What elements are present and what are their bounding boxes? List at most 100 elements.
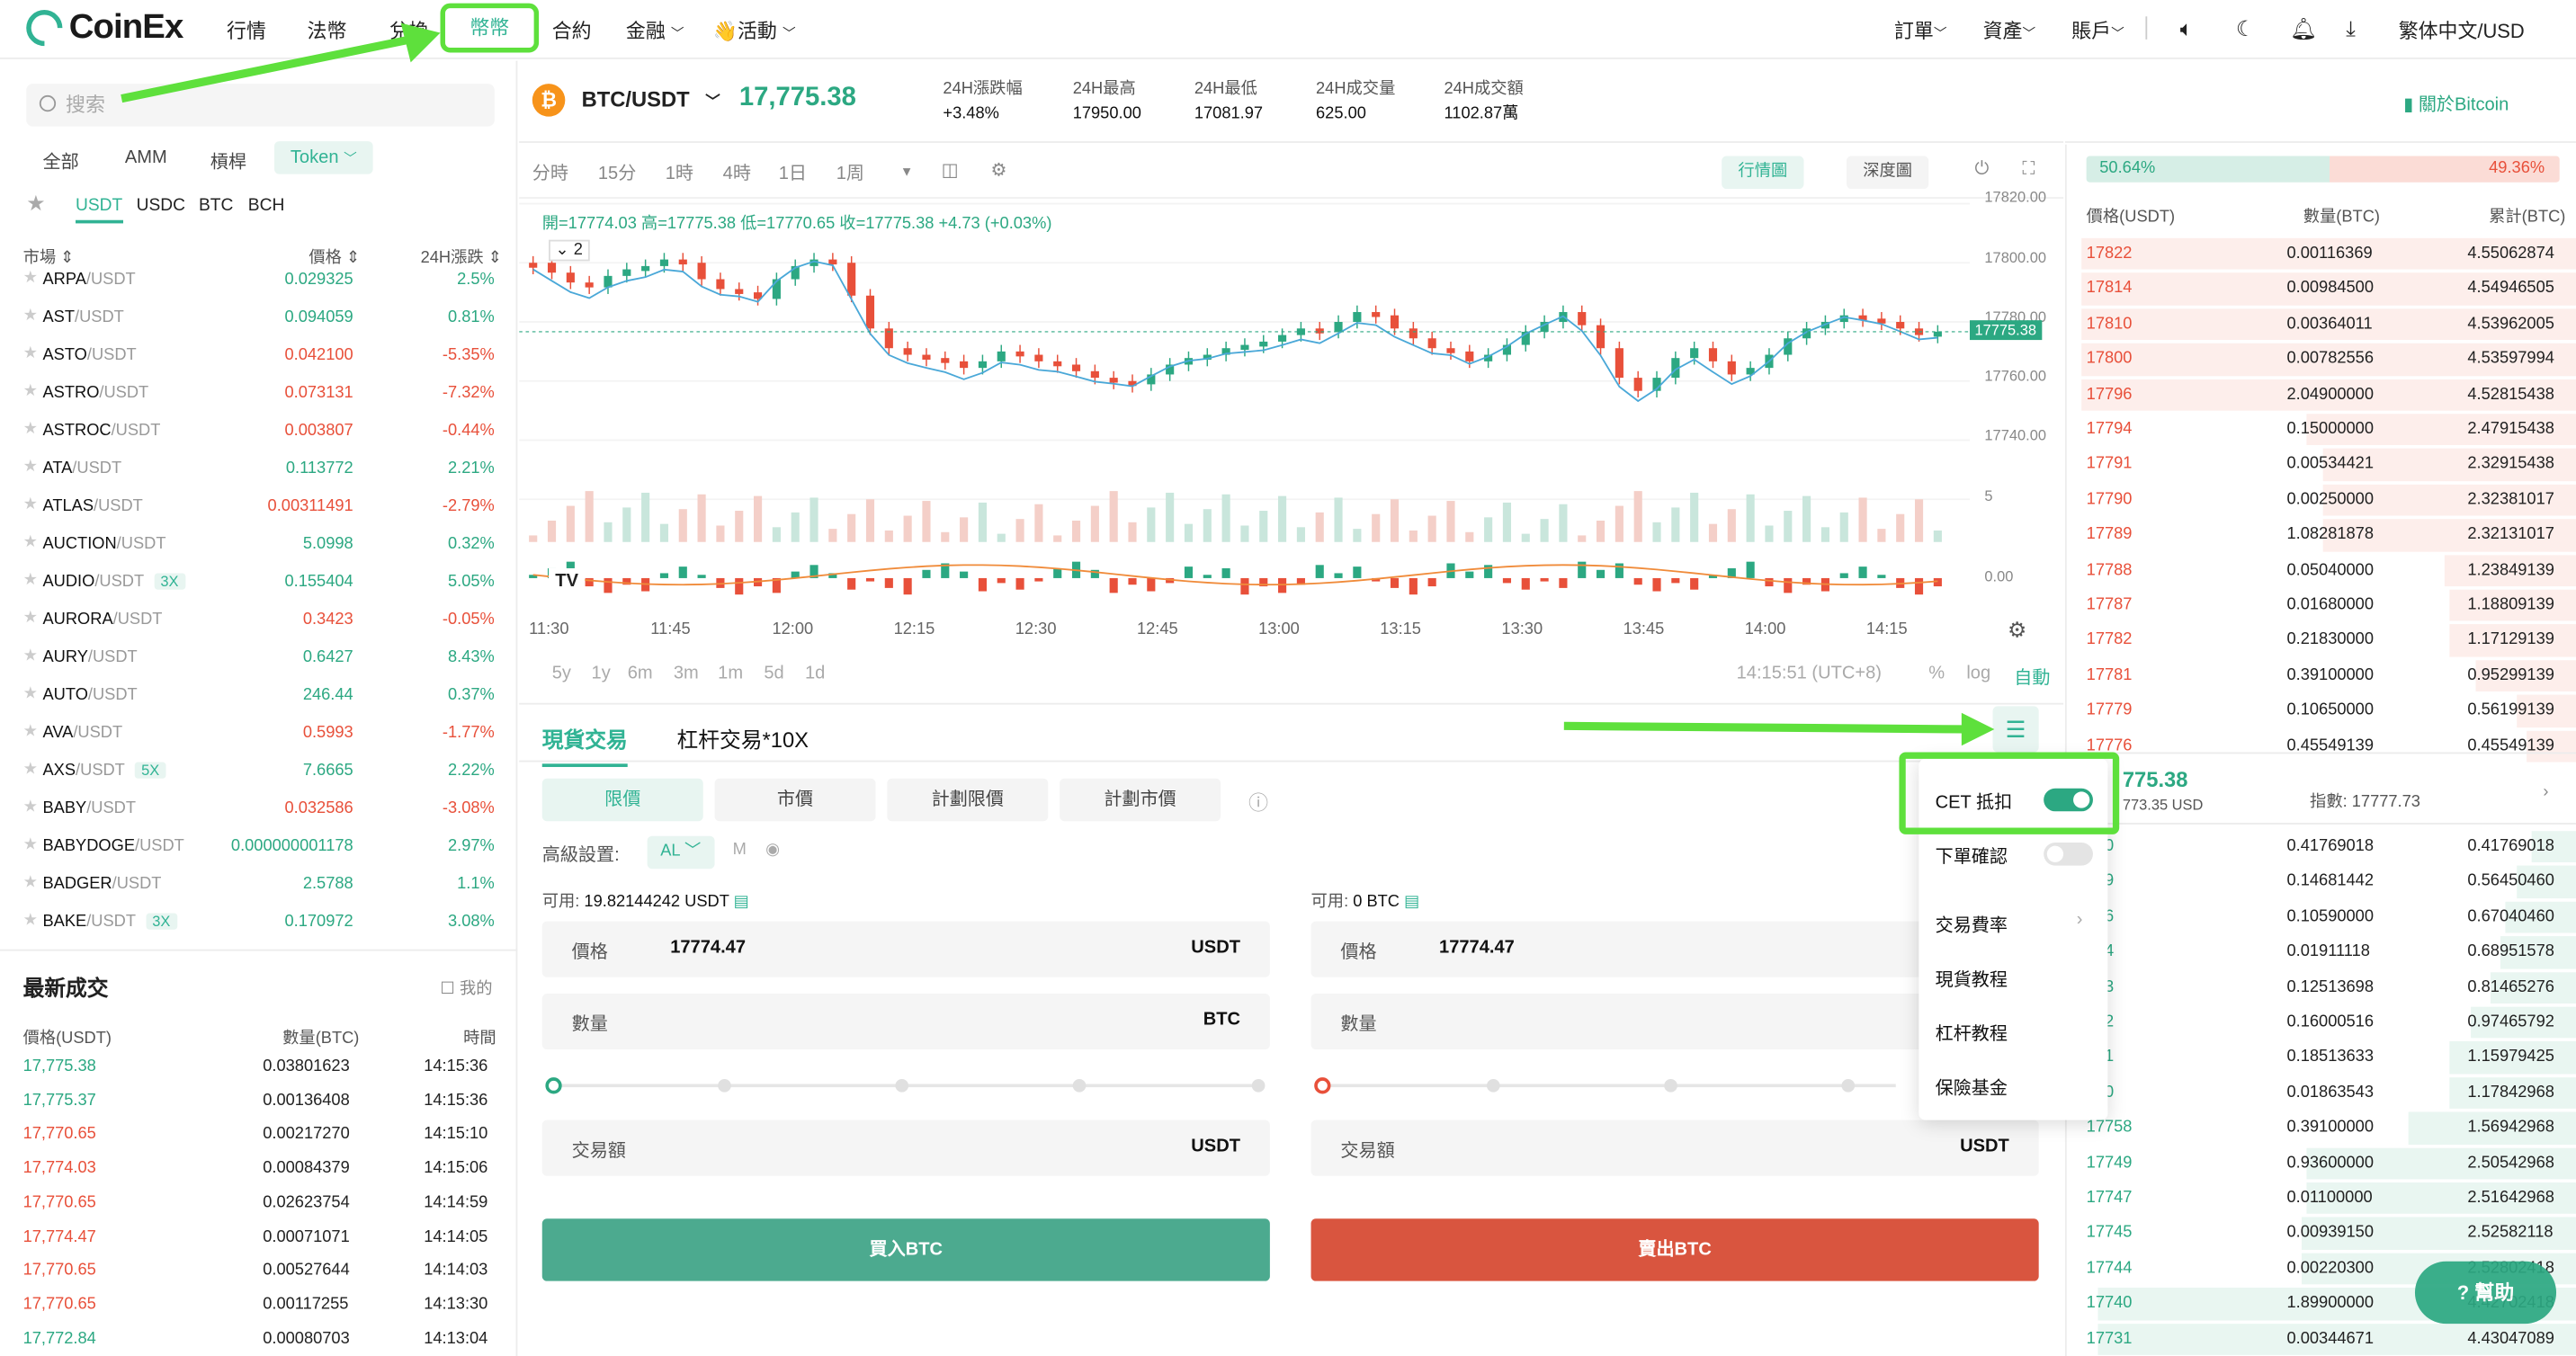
- bid-row[interactable]: 17747 0.01100000 2.51642968: [2067, 1181, 2576, 1216]
- indicator-icon[interactable]: ◫: [942, 159, 959, 181]
- download-icon[interactable]: ⤓: [2346, 16, 2356, 42]
- market-row[interactable]: ★ BABY/USDT 0.032586 -3.08%: [0, 793, 517, 831]
- market-row[interactable]: ★ AURORA/USDT 0.3423 -0.05%: [0, 604, 517, 642]
- bid-row[interactable]: 17758 0.39100000 1.56942968: [2067, 1111, 2576, 1146]
- bid-row[interactable]: 17745 0.00939150 2.52582118: [2067, 1216, 2576, 1251]
- nav-orders[interactable]: 訂單﹀: [1894, 16, 1946, 44]
- tab-margin[interactable]: 槓桿: [210, 147, 246, 174]
- star-icon[interactable]: ★: [23, 610, 38, 628]
- order-type-stop-limit[interactable]: 計劃限價: [887, 778, 1049, 822]
- range-1y[interactable]: 1y: [592, 664, 611, 683]
- market-row[interactable]: ★ ATA/USDT 0.113772 2.21%: [0, 453, 517, 491]
- order-type-limit[interactable]: 限價: [541, 778, 703, 822]
- interval-15m[interactable]: 15分: [598, 159, 636, 185]
- fullscreen-icon[interactable]: ⛶: [2022, 159, 2035, 181]
- bid-row[interactable]: 7600.018635431.17842968: [2067, 1075, 2576, 1111]
- moon-icon[interactable]: ☾: [2236, 16, 2255, 42]
- nav-swap[interactable]: 兌換: [389, 16, 429, 44]
- favorites-star-icon[interactable]: ★: [26, 191, 45, 217]
- tab-token[interactable]: Token ﹀: [274, 141, 373, 174]
- ask-row[interactable]: 17796 2.04900000 4.52815438: [2067, 377, 2576, 412]
- star-icon[interactable]: ★: [23, 723, 38, 741]
- market-row[interactable]: ★ ASTO/USDT 0.042100 -5.35%: [0, 340, 517, 378]
- bid-row[interactable]: 7690.146814420.56450460: [2067, 864, 2576, 899]
- tab-margin-trading[interactable]: 杠杆交易*10X: [677, 723, 809, 754]
- nav-account[interactable]: 賬戶﹀: [2071, 16, 2124, 44]
- trade-settings-icon[interactable]: ☰: [1992, 706, 2039, 753]
- language-currency-select[interactable]: 繁体中文/USD: [2399, 16, 2525, 44]
- advanced-select[interactable]: AL ﹀: [647, 835, 714, 870]
- menu-fee-rate[interactable]: 交易費率: [1936, 912, 2008, 938]
- bid-row[interactable]: 7700.417690180.41769018: [2067, 829, 2576, 864]
- scale-log[interactable]: log: [1966, 664, 1990, 683]
- market-row[interactable]: ★ ASTROC/USDT 0.003807 -0.44%: [0, 415, 517, 453]
- star-icon[interactable]: ★: [23, 761, 38, 779]
- interval-1h[interactable]: 1時: [666, 159, 693, 185]
- range-3m[interactable]: 3m: [674, 664, 699, 683]
- bid-row[interactable]: 7640.019111180.68951578: [2067, 935, 2576, 970]
- star-icon[interactable]: ★: [23, 496, 38, 514]
- tradingview-logo[interactable]: TV: [549, 567, 586, 595]
- menu-spot-tutorial[interactable]: 現貨教程: [1936, 966, 2008, 992]
- order-type-stop-market[interactable]: 計劃市價: [1060, 778, 1221, 822]
- scale-auto[interactable]: 自動: [2014, 664, 2050, 690]
- nav-assets[interactable]: 資產﹀: [1983, 16, 2035, 44]
- pair-selector[interactable]: BTC/USDT ﹀: [582, 87, 720, 112]
- scale-percent[interactable]: %: [1928, 664, 1945, 683]
- star-icon[interactable]: ★: [23, 534, 38, 552]
- sell-total-field[interactable]: 交易額 USDT: [1310, 1120, 2039, 1176]
- market-row[interactable]: ★ BAKE/USDT 3X 0.170972 3.08%: [0, 906, 517, 944]
- menu-insurance-fund[interactable]: 保險基金: [1936, 1075, 2008, 1101]
- tab-usdc[interactable]: USDC: [137, 195, 185, 215]
- bid-row[interactable]: 17749 0.93600000 2.50542968: [2067, 1146, 2576, 1181]
- menu-order-confirm[interactable]: 下單確認: [1936, 843, 2008, 869]
- ask-row[interactable]: 17810 0.00364011 4.53962005: [2067, 307, 2576, 342]
- star-icon[interactable]: ★: [23, 685, 38, 703]
- tab-all[interactable]: 全部: [42, 147, 78, 174]
- interval-1d[interactable]: 1日: [779, 159, 807, 185]
- star-icon[interactable]: ★: [23, 572, 38, 590]
- tab-depth[interactable]: 深度圖: [1846, 156, 1929, 190]
- star-icon[interactable]: ★: [23, 798, 38, 816]
- eye-icon[interactable]: ◉: [765, 841, 780, 859]
- market-row[interactable]: ★ AURY/USDT 0.6427 8.43%: [0, 642, 517, 680]
- buy-price-field[interactable]: 價格 17774.47 USDT: [541, 921, 1270, 977]
- range-1d[interactable]: 1d: [805, 664, 825, 683]
- reload-icon[interactable]: ⏻: [1974, 159, 1989, 181]
- info-icon[interactable]: ⓘ: [1248, 789, 1268, 816]
- search-input[interactable]: 搜索: [26, 84, 495, 127]
- star-icon[interactable]: ★: [23, 270, 38, 288]
- menu-margin-tutorial[interactable]: 杠杆教程: [1936, 1020, 2008, 1046]
- settings-icon[interactable]: ⚙: [990, 159, 1006, 181]
- about-bitcoin-link[interactable]: ▮ 關於Bitcoin: [2403, 90, 2509, 116]
- nav-futures[interactable]: 合約: [552, 16, 592, 44]
- bid-row[interactable]: 17731 0.00344671 4.43047089: [2067, 1322, 2576, 1356]
- ask-row[interactable]: 17789 1.08281878 2.32131017: [2067, 518, 2576, 553]
- ask-row[interactable]: 17822 0.00116369 4.55062874: [2067, 236, 2576, 272]
- star-icon[interactable]: ★: [23, 647, 38, 665]
- nav-events[interactable]: 👋活動 ﹀: [713, 16, 796, 44]
- ask-row[interactable]: 17790 0.00250000 2.32381017: [2067, 483, 2576, 518]
- interval-1w[interactable]: 1周: [836, 159, 864, 185]
- candlestick-chart[interactable]: [519, 197, 2063, 647]
- bid-row[interactable]: 7610.185136331.15979425: [2067, 1040, 2576, 1075]
- order-confirm-toggle[interactable]: [2044, 842, 2093, 866]
- ma-toggle[interactable]: ⌄ 2: [549, 239, 590, 262]
- ask-row[interactable]: 17791 0.00534421 2.32915438: [2067, 448, 2576, 483]
- range-6m[interactable]: 6m: [628, 664, 653, 683]
- help-button[interactable]: ? 幫助: [2414, 1261, 2557, 1325]
- ask-row[interactable]: 17782 0.21830000 1.17129139: [2067, 623, 2576, 658]
- market-row[interactable]: ★ ARPA/USDT 0.029325 2.5%: [0, 264, 517, 302]
- star-icon[interactable]: ★: [23, 836, 38, 854]
- coinex-logo[interactable]: CoinEx: [18, 2, 183, 54]
- star-icon[interactable]: ★: [23, 459, 38, 477]
- nav-fiat[interactable]: 法幣: [308, 16, 347, 44]
- more-intervals-icon[interactable]: ▼: [900, 165, 913, 179]
- star-icon[interactable]: ★: [23, 383, 38, 401]
- market-row[interactable]: ★ ASTRO/USDT 0.073131 -7.32%: [0, 378, 517, 415]
- market-row[interactable]: ★ AUCTION/USDT 5.0998 0.32%: [0, 529, 517, 566]
- ask-row[interactable]: 17800 0.00782556 4.53597994: [2067, 342, 2576, 377]
- ask-row[interactable]: 17781 0.39100000 0.95299139: [2067, 658, 2576, 693]
- star-icon[interactable]: ★: [23, 912, 38, 930]
- buy-button[interactable]: 買入BTC: [541, 1218, 1270, 1281]
